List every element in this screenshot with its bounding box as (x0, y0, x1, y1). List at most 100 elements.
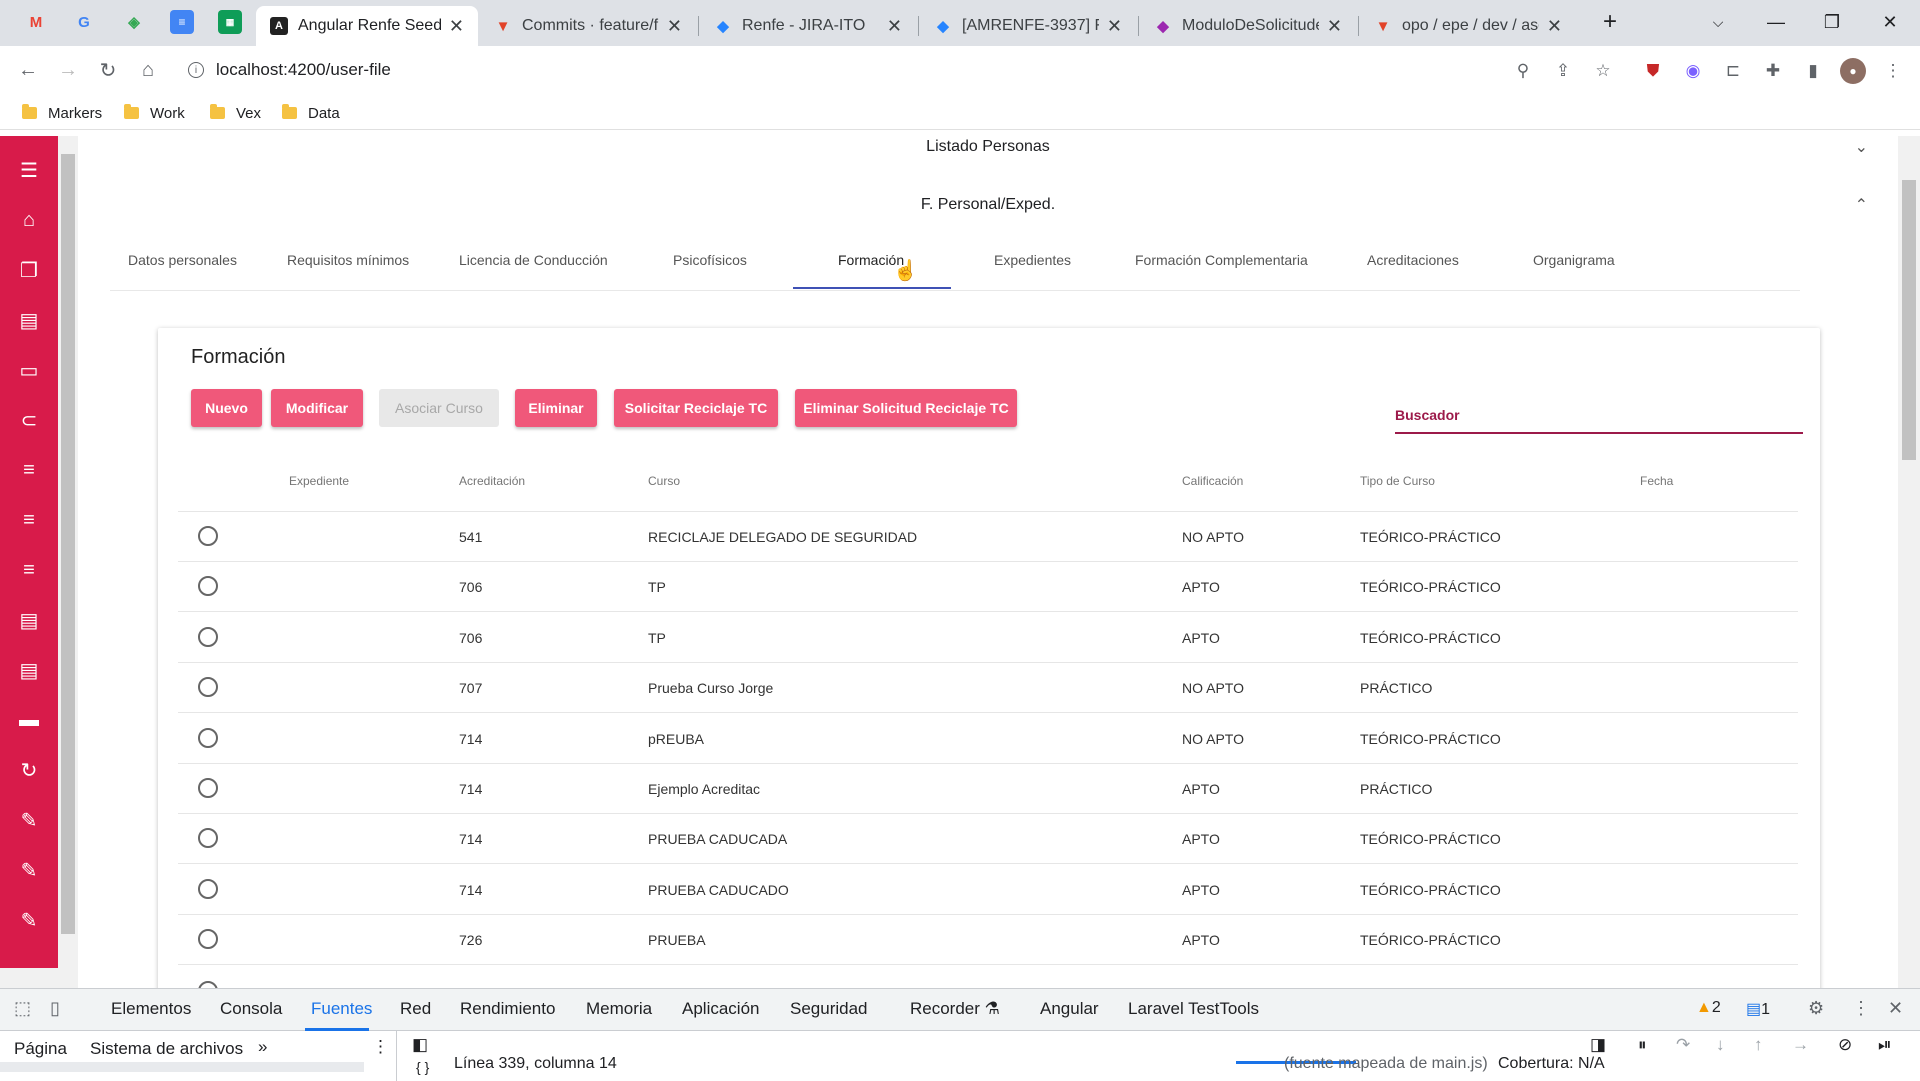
tab-expedientes[interactable]: Expedientes (994, 252, 1071, 268)
gmail-icon[interactable]: M (24, 10, 48, 34)
tab-formacion-complementaria[interactable]: Formación Complementaria (1135, 252, 1308, 268)
close-icon[interactable]: ✕ (667, 16, 682, 37)
pause-exceptions-icon[interactable]: ⏯ (1878, 1035, 1892, 1055)
col-expediente[interactable]: Expediente (289, 474, 349, 488)
step-into-icon[interactable]: ↓ (1716, 1035, 1725, 1055)
row-radio[interactable] (198, 828, 218, 849)
address-bar[interactable]: i localhost:4200/user-file (180, 52, 1530, 88)
asociar-curso-button[interactable]: Asociar Curso (379, 389, 499, 427)
modificar-button[interactable]: Modificar (271, 389, 363, 427)
devtools-tab-aplicacion[interactable]: Aplicación (682, 999, 760, 1019)
more-tabs-icon[interactable]: » (258, 1037, 267, 1057)
tab-modulo-solicitudes[interactable]: ◆ ModuloDeSolicitudes ✕ (1140, 6, 1356, 46)
table-row[interactable]: 714 PRUEBA CADUCADO APTO TEÓRICO-PRÁCTICO (178, 865, 1798, 915)
extension-pin-icon[interactable]: ◈ (122, 10, 146, 34)
source-map-link[interactable]: (fuente mapeada de main.js) (1284, 1055, 1488, 1073)
bookmark-data[interactable]: Data (282, 102, 340, 124)
col-calificacion[interactable]: Calificación (1182, 474, 1243, 488)
toggle-navigator-icon[interactable]: ◧ (412, 1035, 428, 1055)
messages-badge[interactable]: ▤1 (1746, 999, 1770, 1019)
folder-icon[interactable]: ▭ (15, 356, 43, 384)
row-radio[interactable] (198, 526, 218, 546)
col-curso[interactable]: Curso (648, 474, 680, 488)
warnings-badge[interactable]: ▲2 (1696, 999, 1721, 1017)
nuevo-button[interactable]: Nuevo (191, 389, 262, 427)
tab-licencia-conduccion[interactable]: Licencia de Conducción (459, 252, 608, 268)
bookmark-vex[interactable]: Vex (210, 102, 261, 124)
row-radio[interactable] (198, 626, 218, 647)
list-icon[interactable]: ≡ (15, 506, 43, 534)
menu-icon[interactable]: ☰ (15, 156, 43, 184)
devtools-tab-elementos[interactable]: Elementos (111, 999, 191, 1019)
sheets-icon[interactable]: ▦ (218, 10, 242, 34)
card-icon[interactable]: ▬ (15, 706, 43, 734)
pause-icon[interactable]: ⏸ (1638, 1035, 1647, 1055)
info-icon[interactable]: i (188, 62, 204, 78)
deactivate-breakpoints-icon[interactable]: ⊘ (1838, 1035, 1852, 1055)
close-icon[interactable]: ✕ (1327, 16, 1342, 37)
row-radio[interactable] (198, 929, 218, 950)
tab-acreditaciones[interactable]: Acreditaciones (1367, 252, 1459, 268)
list-icon[interactable]: ≡ (15, 556, 43, 584)
wrench-icon[interactable]: ✎ (15, 856, 43, 884)
step-icon[interactable]: → (1792, 1035, 1809, 1055)
device-toolbar-icon[interactable]: ▯ (50, 998, 60, 1019)
devtools-tab-consola[interactable]: Consola (220, 999, 282, 1019)
avatar[interactable]: ● (1840, 58, 1866, 84)
table-row[interactable]: 706 TP APTO TEÓRICO-PRÁCTICO (178, 613, 1798, 663)
horizontal-scrollbar[interactable] (0, 968, 58, 988)
chevron-up-icon[interactable]: ⌃ (1855, 195, 1868, 215)
wrench-icon[interactable]: ✎ (15, 806, 43, 834)
bookmark-work[interactable]: Work (124, 102, 185, 124)
ublock-icon[interactable]: ⛊ (1640, 58, 1666, 84)
tab-organigrama[interactable]: Organigrama (1533, 252, 1615, 268)
file-icon[interactable]: ▤ (15, 656, 43, 684)
search-input[interactable]: Buscador (1395, 407, 1803, 434)
tab-psicofisicos[interactable]: Psicofísicos (673, 252, 747, 268)
table-row[interactable]: 707 Prueba Curso Jorge NO APTO PRÁCTICO (178, 663, 1798, 714)
table-row[interactable]: 706 TP APTO TEÓRICO-PRÁCTICO (178, 562, 1798, 613)
file-icon[interactable]: ▤ (15, 606, 43, 634)
tab-amrenfe-3937[interactable]: ◆ [AMRENFE-3937] Fur ✕ (920, 6, 1136, 46)
solicitar-reciclaje-button[interactable]: Solicitar Reciclaje TC (614, 389, 778, 427)
devtools-tab-fuentes[interactable]: Fuentes (311, 999, 372, 1019)
row-radio[interactable] (198, 778, 218, 798)
sidebar-scrollbar[interactable] (58, 136, 78, 988)
zoom-icon[interactable]: ⚲ (1510, 58, 1536, 84)
subtab-sistema-archivos[interactable]: Sistema de archivos (90, 1039, 243, 1059)
table-row[interactable]: 714 PRUEBA CADUCADA APTO TEÓRICO-PRÁCTICO (178, 814, 1798, 865)
row-radio[interactable] (198, 981, 218, 988)
tab-commits[interactable]: ▼ Commits · feature/fic ✕ (480, 6, 696, 46)
home-icon[interactable]: ⌂ (15, 206, 43, 234)
minimize-icon[interactable]: — (1758, 8, 1794, 36)
close-icon[interactable]: ✕ (1107, 16, 1122, 37)
side-panel-icon[interactable]: ▮ (1800, 58, 1826, 84)
devtools-menu-icon[interactable]: ⋮ (1852, 998, 1870, 1019)
wrench-icon[interactable]: ✎ (15, 906, 43, 934)
window-close-icon[interactable]: ✕ (1872, 8, 1908, 36)
tab-datos-personales[interactable]: Datos personales (128, 252, 237, 268)
reload-icon[interactable]: ↻ (94, 56, 122, 84)
translate-icon[interactable]: G (72, 10, 96, 34)
close-icon[interactable]: ✕ (887, 16, 902, 37)
pretty-print-icon[interactable]: { } (416, 1059, 429, 1075)
toggle-debugger-icon[interactable]: ◨ (1590, 1035, 1606, 1055)
chevron-down-icon[interactable]: ⌄ (1855, 137, 1868, 157)
puzzle-icon[interactable]: ✚ (1760, 58, 1786, 84)
devtools-tab-memoria[interactable]: Memoria (586, 999, 652, 1019)
table-row[interactable]: 714 Ejemplo Acreditac APTO PRÁCTICO (178, 764, 1798, 814)
step-over-icon[interactable]: ↷ (1676, 1035, 1690, 1055)
close-icon[interactable]: ✕ (1547, 16, 1562, 37)
table-row[interactable]: 714 pREUBA NO APTO TEÓRICO-PRÁCTICO (178, 714, 1798, 764)
tab-requisitos-minimos[interactable]: Requisitos mínimos (287, 252, 409, 268)
devtools-tab-laravel[interactable]: Laravel TestTools (1128, 999, 1259, 1019)
col-acreditacion[interactable]: Acreditación (459, 474, 525, 488)
docs-icon[interactable]: ≡ (170, 10, 194, 34)
table-row[interactable]: 726 PRUEBA APTO TEÓRICO-PRÁCTICO (178, 915, 1798, 966)
extension-icon[interactable]: ⊏ (1720, 58, 1746, 84)
col-fecha[interactable]: Fecha (1640, 474, 1673, 488)
menu-kebab-icon[interactable]: ⋮ (1880, 58, 1906, 84)
bookmark-markers[interactable]: Markers (22, 102, 102, 124)
row-radio[interactable] (198, 727, 218, 748)
file-icon[interactable]: ▤ (15, 306, 43, 334)
